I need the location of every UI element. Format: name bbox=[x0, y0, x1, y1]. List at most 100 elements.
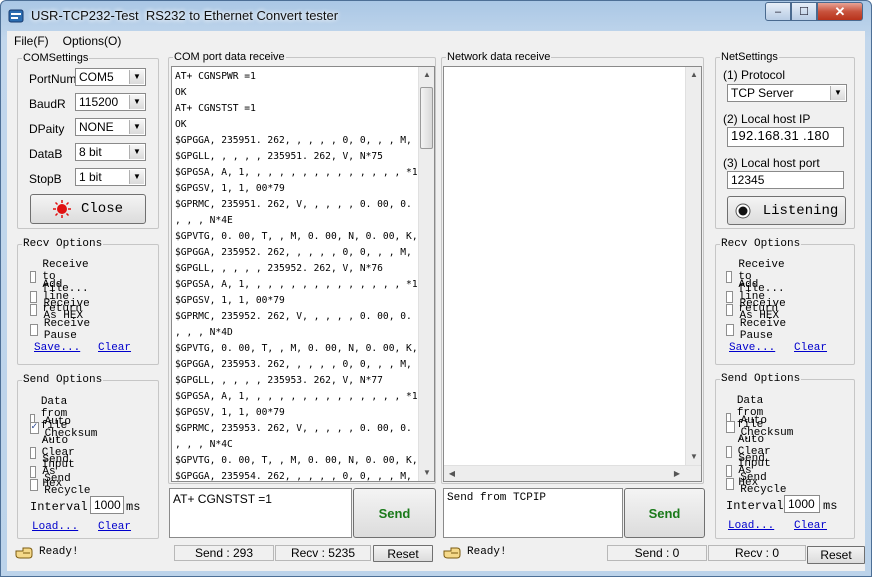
reset-label: Reset bbox=[820, 548, 852, 562]
title-bar[interactable]: USR-TCP232-Test RS232 to Ethernet Conver… bbox=[1, 1, 871, 31]
log-line: $GPVTG, 0. 00, T, , M, 0. 00, N, 0. 00, … bbox=[175, 455, 435, 466]
checkbox-box[interactable] bbox=[30, 304, 38, 316]
local-ip-value: 192.168.31 .180 bbox=[731, 128, 830, 143]
chevron-down-icon: ▼ bbox=[129, 95, 144, 109]
interval-input[interactable]: 1000 bbox=[90, 496, 124, 514]
com-send-button[interactable]: Send bbox=[353, 488, 436, 538]
horizontal-scrollbar[interactable]: ◀ ▶ bbox=[444, 465, 701, 481]
log-line: OK bbox=[175, 119, 187, 130]
com-receive-legend: COM port data receive bbox=[174, 51, 285, 63]
clear-recv-link[interactable]: Clear bbox=[794, 342, 827, 354]
checkbox-box[interactable] bbox=[30, 479, 39, 491]
checkbox-box[interactable] bbox=[726, 478, 735, 490]
scroll-down-icon[interactable]: ▼ bbox=[686, 449, 701, 465]
baudrate-select[interactable]: 115200 ▼ bbox=[75, 93, 146, 111]
checkbox-box[interactable] bbox=[726, 304, 734, 316]
clear-send-link[interactable]: Clear bbox=[794, 520, 827, 532]
send-options-right-legend: Send Options bbox=[721, 373, 801, 385]
checkbox-box[interactable] bbox=[726, 421, 735, 433]
save-link[interactable]: Save... bbox=[729, 342, 775, 354]
window-title: USR-TCP232-Test RS232 to Ethernet Conver… bbox=[31, 8, 338, 23]
send-recycle-checkbox[interactable]: Send Recycle bbox=[726, 472, 790, 496]
net-send-button[interactable]: Send bbox=[624, 488, 705, 538]
send-options-left-legend: Send Options bbox=[23, 374, 103, 386]
load-link[interactable]: Load... bbox=[32, 521, 78, 533]
load-link[interactable]: Load... bbox=[728, 520, 774, 532]
reset-left-button[interactable]: Reset bbox=[373, 545, 433, 562]
close-window-button[interactable]: ✕ bbox=[817, 2, 863, 21]
send-count-text: Send : 0 bbox=[634, 546, 680, 560]
vertical-scrollbar[interactable]: ▲ ▼ bbox=[418, 67, 434, 481]
net-send-input[interactable]: Send from TCPIP bbox=[443, 488, 623, 538]
stopbits-select[interactable]: 1 bit ▼ bbox=[75, 168, 146, 186]
log-line: $GPRMC, 235951. 262, V, , , , , 0. 00, 0… bbox=[175, 199, 434, 210]
log-line: $GPGSV, 1, 1, 00*79 bbox=[175, 183, 285, 194]
checkmark-icon[interactable]: ✓ bbox=[30, 422, 39, 434]
interval-label: Interval bbox=[726, 499, 784, 513]
app-icon bbox=[8, 9, 24, 23]
log-line: $GPGLL, , , , , 235951. 262, V, N*75 bbox=[175, 151, 383, 162]
menu-options[interactable]: Options(O) bbox=[56, 34, 129, 48]
protocol-label: (1) Protocol bbox=[723, 68, 786, 82]
scroll-up-icon[interactable]: ▲ bbox=[419, 67, 434, 83]
minimize-icon: ‒ bbox=[774, 5, 782, 18]
app-subtitle: RS232 to Ethernet Convert tester bbox=[145, 8, 339, 23]
scroll-right-icon[interactable]: ▶ bbox=[669, 466, 685, 481]
local-ip-input[interactable]: 192.168.31 .180 bbox=[727, 127, 844, 147]
status-led-icon bbox=[735, 203, 751, 218]
log-line: AT+ CGNSTST =1 bbox=[175, 103, 256, 114]
net-settings-legend: NetSettings bbox=[721, 51, 778, 63]
com-receive-text[interactable]: AT+ CGNSPWR =1 OK AT+ CGNSTST =1 OK $GPGGA, … bbox=[171, 66, 435, 482]
scroll-thumb[interactable] bbox=[420, 87, 433, 149]
send-count-right: Send : 0 bbox=[607, 545, 707, 561]
com-settings-legend: COMSettings bbox=[23, 52, 89, 64]
clear-send-link[interactable]: Clear bbox=[98, 521, 131, 533]
log-line: OK bbox=[175, 87, 187, 98]
status-ready-left: Ready! bbox=[15, 545, 79, 559]
checkbox-box[interactable] bbox=[30, 324, 38, 336]
send-recycle-label: Send Recycle bbox=[740, 472, 787, 496]
com-send-input[interactable]: AT+ CGNSTST =1 bbox=[169, 488, 352, 538]
portnum-value: COM5 bbox=[79, 70, 114, 84]
protocol-select[interactable]: TCP Server ▼ bbox=[727, 84, 847, 102]
scroll-left-icon[interactable]: ◀ bbox=[444, 466, 460, 481]
parity-select[interactable]: NONE ▼ bbox=[75, 118, 146, 136]
reset-right-button[interactable]: Reset bbox=[807, 546, 865, 564]
receive-pause-label: Receive Pause bbox=[43, 318, 91, 342]
log-line: $GPVTG, 0. 00, T, , M, 0. 00, N, 0. 00, … bbox=[175, 343, 435, 354]
local-port-input[interactable]: 12345 bbox=[727, 171, 844, 189]
listening-button[interactable]: Listening bbox=[727, 196, 846, 225]
client-area: COMSettings PortNum COM5 ▼ BaudR 115200 ▼ … bbox=[7, 51, 865, 571]
receive-pause-checkbox[interactable]: Receive Pause bbox=[30, 318, 94, 342]
log-line: $GPVTG, 0. 00, T, , M, 0. 00, N, 0. 00, … bbox=[175, 231, 435, 242]
net-send-label: Send bbox=[648, 505, 681, 521]
clear-recv-link[interactable]: Clear bbox=[98, 342, 131, 354]
log-line: $GPGGA, 235952. 262, , , , , 0, 0, , , M… bbox=[175, 247, 434, 258]
save-link[interactable]: Save... bbox=[34, 342, 80, 354]
log-line: $GPGSA, A, 1, , , , , , , , , , , , , , … bbox=[175, 279, 424, 290]
menu-file[interactable]: File(F) bbox=[7, 34, 56, 48]
scroll-down-icon[interactable]: ▼ bbox=[419, 465, 434, 481]
local-port-label: (3) Local host port bbox=[723, 156, 820, 170]
net-receive-text[interactable]: ▲ ▼ ◀ ▶ bbox=[443, 66, 702, 482]
chevron-down-icon: ▼ bbox=[129, 70, 144, 84]
close-port-button[interactable]: Close bbox=[30, 194, 146, 224]
databits-select[interactable]: 8 bit ▼ bbox=[75, 143, 146, 161]
receive-pause-checkbox[interactable]: Receive Pause bbox=[726, 318, 790, 342]
ready-text: Ready! bbox=[39, 546, 79, 558]
parity-value: NONE bbox=[79, 120, 114, 134]
local-ip-label: (2) Local host IP bbox=[723, 112, 811, 126]
minimize-button[interactable]: ‒ bbox=[765, 2, 791, 21]
com-send-text: AT+ CGNSTST =1 bbox=[173, 492, 272, 506]
scroll-up-icon[interactable]: ▲ bbox=[686, 67, 701, 83]
recv-count-text: Recv : 0 bbox=[734, 546, 779, 560]
portnum-select[interactable]: COM5 ▼ bbox=[75, 68, 146, 86]
log-line: $GPGSA, A, 1, , , , , , , , , , , , , , … bbox=[175, 391, 424, 402]
chevron-down-icon: ▼ bbox=[129, 120, 144, 134]
interval-input[interactable]: 1000 bbox=[784, 495, 820, 513]
vertical-scrollbar[interactable]: ▲ ▼ bbox=[685, 67, 701, 465]
send-recycle-checkbox[interactable]: Send Recycle bbox=[30, 473, 94, 497]
checkbox-box[interactable] bbox=[726, 324, 734, 336]
log-line: $GPGLL, , , , , 235952. 262, V, N*76 bbox=[175, 263, 383, 274]
maximize-button[interactable]: ☐ bbox=[791, 2, 817, 21]
